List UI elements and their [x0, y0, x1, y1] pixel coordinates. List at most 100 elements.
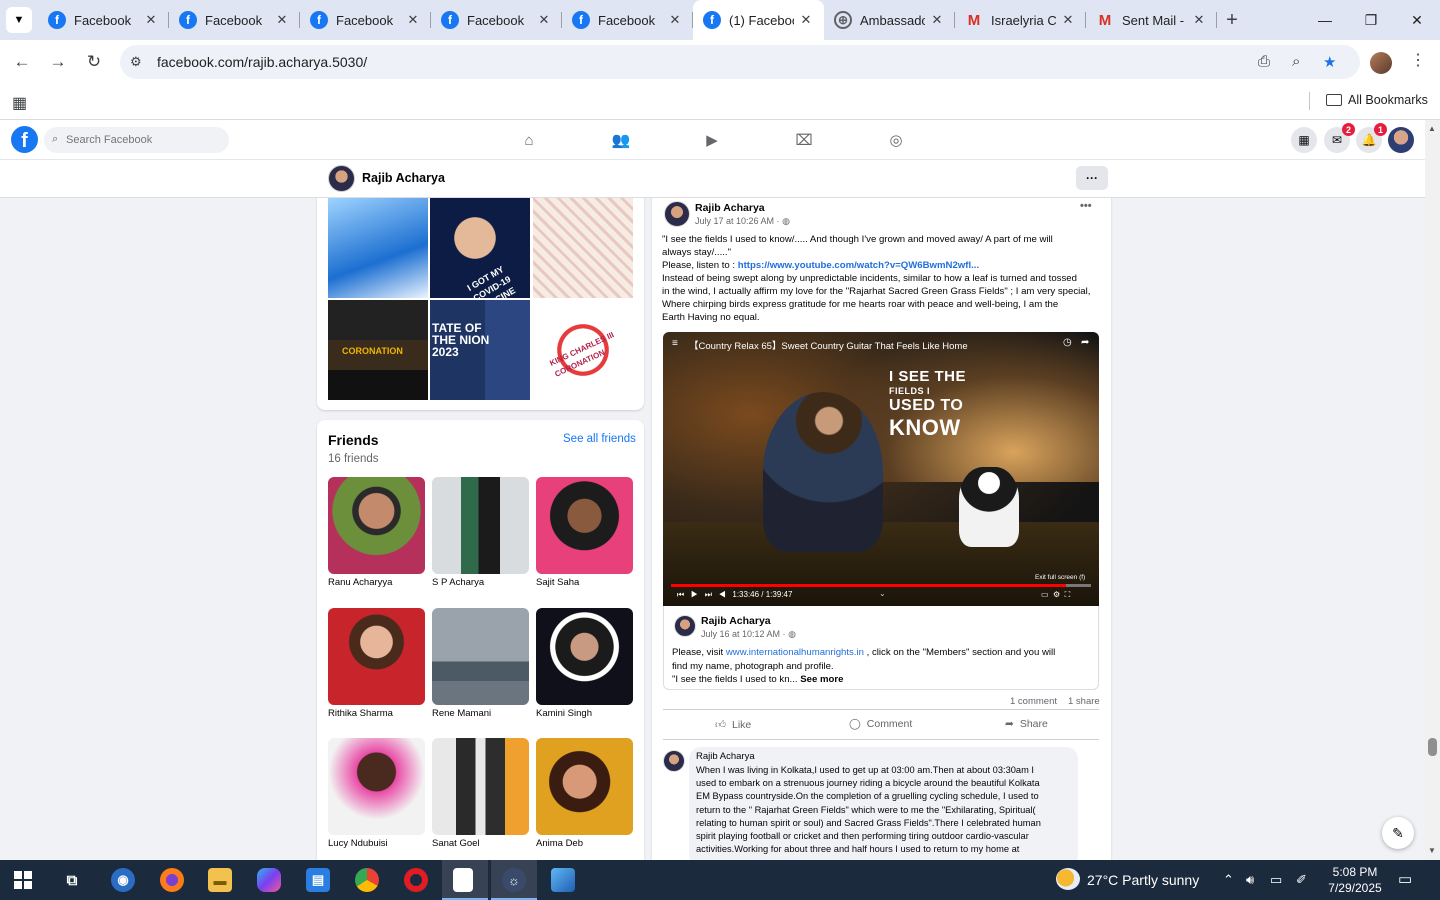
post-author[interactable]: Rajib Acharya [695, 202, 765, 214]
network-icon[interactable]: ▭ [1270, 872, 1282, 888]
friend-tile[interactable]: Rithika Sharma [328, 608, 425, 719]
task-view-icon[interactable]: ⧉ [60, 868, 84, 892]
profile-more-button[interactable]: ··· [1076, 166, 1108, 190]
gaming-icon[interactable]: ◎ [886, 130, 906, 150]
new-message-button[interactable]: ✎ [1382, 817, 1414, 849]
site-settings-icon[interactable]: ⚙ [130, 54, 142, 70]
facebook-logo-icon[interactable]: f [11, 126, 38, 153]
shared-post[interactable]: Rajib Acharya July 16 at 10:12 AM · ◍ Pl… [663, 606, 1099, 690]
friend-tile[interactable]: Kamini Singh [536, 608, 633, 719]
notepad-icon[interactable] [453, 868, 473, 892]
volume-icon[interactable]: ◀ [719, 590, 726, 599]
youtube-link[interactable]: https://www.youtube.com/watch?v=QW6BwmN2… [738, 260, 979, 271]
minimize-button[interactable]: — [1302, 0, 1348, 40]
marketplace-icon[interactable]: ⌧ [794, 130, 814, 150]
friend-photo[interactable] [328, 477, 425, 574]
photo-thumbnail[interactable] [533, 198, 633, 298]
app-icon[interactable]: ◉ [111, 868, 135, 892]
friends-title[interactable]: Friends [328, 432, 379, 448]
human-rights-link[interactable]: www.internationalhumanrights.in [726, 647, 864, 658]
friend-photo[interactable] [328, 738, 425, 835]
browser-tab[interactable]: f Facebook ✕ [300, 0, 431, 40]
friend-name[interactable]: Lucy Ndubuisi [328, 838, 425, 849]
friend-tile[interactable]: Anima Deb [536, 738, 633, 849]
close-icon[interactable]: ✕ [1060, 12, 1076, 28]
search-input[interactable] [66, 127, 221, 153]
browser-tab[interactable]: f Facebook ✕ [169, 0, 300, 40]
address-bar[interactable]: ⚙ facebook.com/rajib.acharya.5030/ ⎙ ⌕ ★ [120, 45, 1360, 79]
friend-name[interactable]: Sajit Saha [536, 577, 633, 588]
restore-button[interactable]: ❐ [1348, 0, 1394, 40]
next-icon[interactable]: ⏭ [705, 590, 712, 599]
previous-icon[interactable]: ⏮ [677, 590, 684, 599]
chevron-up-icon[interactable]: ⌃ [1223, 872, 1234, 888]
friend-tile[interactable]: Ranu Acharyya [328, 477, 425, 588]
url-text[interactable]: facebook.com/rajib.acharya.5030/ [157, 54, 367, 70]
reload-button[interactable]: ↻ [82, 50, 106, 74]
shares-count[interactable]: 1 share [1068, 696, 1100, 707]
close-icon[interactable]: ✕ [798, 12, 814, 28]
photo-thumbnail[interactable]: CORONATION [328, 300, 428, 400]
tab-search-button[interactable]: ▼ [6, 7, 32, 33]
new-tab-button[interactable]: + [1217, 0, 1247, 40]
browser-tab[interactable]: f Facebook ✕ [431, 0, 562, 40]
comment-button[interactable]: ◯ Comment [849, 718, 912, 730]
clock-icon[interactable]: ◷ [1063, 337, 1072, 348]
comments-count[interactable]: 1 comment [1010, 696, 1057, 707]
friend-tile[interactable]: Sajit Saha [536, 477, 633, 588]
close-icon[interactable]: ✕ [405, 12, 421, 28]
avatar[interactable] [664, 201, 690, 227]
friend-photo[interactable] [536, 477, 633, 574]
friend-name[interactable]: Ranu Acharyya [328, 577, 425, 588]
browser-tab[interactable]: M Israelyria C ✕ [955, 0, 1086, 40]
browser-tab[interactable]: f Facebook ✕ [562, 0, 693, 40]
post-options-icon[interactable]: ••• [1080, 200, 1092, 212]
copilot-icon[interactable] [257, 868, 281, 892]
apps-grid-icon[interactable]: ▦ [12, 93, 27, 113]
menu-grid-button[interactable]: ▦ [1291, 127, 1317, 153]
chrome-icon[interactable] [355, 868, 379, 892]
facebook-search[interactable]: ⌕ [44, 127, 229, 153]
browser-menu-icon[interactable]: ⋮ [1410, 50, 1426, 70]
photo-thumbnail[interactable]: TATE OF THE NION 2023 [430, 300, 530, 400]
scroll-down-icon[interactable]: ▼ [1428, 846, 1436, 855]
avatar[interactable] [328, 165, 355, 192]
play-icon[interactable]: ▶ [691, 590, 698, 599]
avatar[interactable] [674, 615, 696, 637]
friend-photo[interactable] [432, 608, 529, 705]
friend-name[interactable]: S P Acharya [432, 577, 529, 588]
like-button[interactable]: 👍︎ Like [715, 718, 751, 732]
store-icon[interactable]: ▤ [306, 868, 330, 892]
friends-icon[interactable]: 👥 [611, 130, 631, 150]
weather-text[interactable]: 27°C Partly sunny [1087, 872, 1199, 888]
back-button[interactable]: ← [10, 50, 34, 74]
comment-author[interactable]: Rajib Acharya [696, 751, 755, 762]
close-icon[interactable]: ✕ [1191, 12, 1207, 28]
account-avatar[interactable] [1388, 127, 1414, 153]
all-bookmarks-button[interactable]: All Bookmarks [1326, 93, 1428, 107]
friend-name[interactable]: Sanat Goel [432, 838, 529, 849]
friend-tile[interactable]: Rene Mamani [432, 608, 529, 719]
forward-button[interactable]: → [46, 50, 70, 74]
close-icon[interactable]: ✕ [929, 12, 945, 28]
chevron-down-icon[interactable]: ⌄ [879, 589, 886, 598]
see-all-friends-link[interactable]: See all friends [563, 433, 636, 445]
close-icon[interactable]: ✕ [667, 12, 683, 28]
taskbar-clock[interactable]: 5:08 PM 7/29/2025 [1318, 864, 1392, 896]
friend-photo[interactable] [328, 608, 425, 705]
weather-icon[interactable] [1056, 868, 1080, 890]
video-title[interactable]: 【Country Relax 65】Sweet Country Guitar T… [689, 338, 968, 352]
fullscreen-icon[interactable]: ⛶ [1065, 590, 1071, 599]
shared-post-author[interactable]: Rajib Acharya [701, 615, 771, 627]
opera-icon[interactable] [404, 868, 428, 892]
friend-photo[interactable] [536, 608, 633, 705]
shared-post-timestamp[interactable]: July 16 at 10:12 AM · ◍ [701, 629, 796, 640]
friend-name[interactable]: Rithika Sharma [328, 708, 425, 719]
photo-thumbnail[interactable]: I GOT MY COVID-19 VACCINE [430, 198, 530, 298]
pen-icon[interactable]: ✐ [1296, 872, 1307, 888]
avatar[interactable] [663, 750, 685, 772]
profile-name[interactable]: Rajib Acharya [362, 171, 445, 185]
windows-start-icon[interactable] [14, 871, 32, 889]
browser-tab[interactable]: f Facebook ✕ [38, 0, 169, 40]
volume-icon[interactable]: 🔊︎ [1246, 872, 1254, 888]
